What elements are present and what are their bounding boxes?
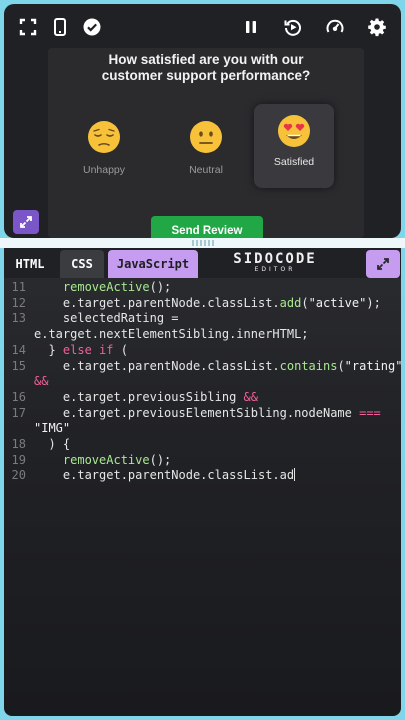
heart-eyes-face-icon bbox=[278, 115, 310, 147]
line-code: e.target.parentNode.classList.ad bbox=[34, 468, 296, 483]
rating-label-satisfied: Satisfied bbox=[273, 156, 315, 168]
speed-icon[interactable] bbox=[325, 17, 345, 37]
rating-options: Unhappy Neutral Satisfied bbox=[48, 104, 364, 188]
question-line-1: How satisfied are you with our bbox=[108, 52, 304, 67]
code-line: && bbox=[4, 374, 401, 390]
line-number: 13 bbox=[11, 311, 26, 326]
send-review-button[interactable]: Send Review bbox=[151, 216, 263, 238]
line-number: 18 bbox=[11, 437, 26, 452]
tab-css[interactable]: CSS bbox=[60, 250, 104, 278]
line-code: } else if ( bbox=[34, 342, 128, 357]
preview-panel: How satisfied are you with our customer … bbox=[4, 4, 401, 238]
code-area[interactable]: 11 removeActive(); 12 e.target.parentNode… bbox=[4, 280, 401, 484]
editor-brand-logo: SIDOCODE EDITOR bbox=[232, 252, 318, 274]
gear-icon[interactable] bbox=[367, 17, 387, 37]
brand-subtitle: EDITOR bbox=[254, 266, 296, 273]
code-line: 20 e.target.parentNode.classList.ad bbox=[4, 468, 401, 484]
line-code: e.target.previousSibling && bbox=[34, 389, 258, 404]
code-line: 17 e.target.previousElementSibling.nodeN… bbox=[4, 406, 401, 422]
pensive-face-icon bbox=[88, 121, 120, 153]
line-code: e.target.nextElementSibling.innerHTML; bbox=[34, 327, 309, 342]
neutral-face-icon bbox=[190, 121, 222, 153]
rating-neutral[interactable]: Neutral bbox=[166, 104, 246, 188]
line-number: 17 bbox=[11, 405, 26, 420]
feedback-card: How satisfied are you with our customer … bbox=[48, 48, 364, 238]
code-editor: HTML CSS JavaScript SIDOCODE EDITOR 11 r… bbox=[4, 248, 401, 716]
question-line-2: customer support performance? bbox=[101, 68, 311, 83]
code-line: 16 e.target.previousSibling && bbox=[4, 390, 401, 406]
line-number: 16 bbox=[11, 389, 26, 404]
check-circle-icon[interactable] bbox=[82, 17, 102, 37]
line-code: e.target.parentNode.classList.add("activ… bbox=[34, 295, 381, 310]
expand-icon bbox=[377, 258, 389, 270]
code-line: e.target.nextElementSibling.innerHTML; bbox=[4, 327, 401, 343]
expand-editor-button[interactable] bbox=[366, 250, 400, 278]
phone-icon[interactable] bbox=[50, 17, 70, 37]
line-number bbox=[4, 374, 34, 390]
line-number: 11 bbox=[11, 280, 26, 294]
line-number: 12 bbox=[11, 295, 26, 310]
line-code: e.target.parentNode.classList.contains("… bbox=[34, 358, 401, 373]
code-line: 19 removeActive(); bbox=[4, 453, 401, 469]
line-code: removeActive(); bbox=[62, 452, 172, 467]
line-code: "IMG" bbox=[34, 421, 71, 436]
code-line: "IMG" bbox=[4, 421, 401, 437]
code-line: 14 } else if ( bbox=[4, 343, 401, 359]
tab-html[interactable]: HTML bbox=[6, 250, 54, 278]
panel-resize-handle[interactable] bbox=[0, 238, 405, 248]
code-line: 18 ) { bbox=[4, 437, 401, 453]
line-number: 20 bbox=[11, 468, 26, 483]
line-number bbox=[4, 421, 34, 437]
line-code: && bbox=[34, 374, 49, 389]
line-code: removeActive(); bbox=[62, 280, 172, 294]
pause-icon[interactable] bbox=[241, 17, 261, 37]
rating-satisfied[interactable]: Satisfied bbox=[254, 104, 334, 188]
code-line: 13 selectedRating = bbox=[4, 311, 401, 327]
expand-icon bbox=[20, 216, 32, 228]
brand-name: SIDOCODE bbox=[233, 251, 317, 267]
rating-unhappy[interactable]: Unhappy bbox=[64, 104, 144, 188]
editor-tab-bar: HTML CSS JavaScript SIDOCODE EDITOR bbox=[4, 248, 401, 278]
line-number: 14 bbox=[11, 342, 26, 357]
code-line: 12 e.target.parentNode.classList.add("ac… bbox=[4, 296, 401, 312]
rating-label-neutral: Neutral bbox=[189, 164, 223, 176]
line-code: selectedRating = bbox=[34, 311, 179, 326]
line-number: 15 bbox=[11, 358, 26, 373]
tab-javascript[interactable]: JavaScript bbox=[108, 250, 198, 278]
expand-preview-button[interactable] bbox=[13, 210, 39, 234]
rating-label-unhappy: Unhappy bbox=[82, 164, 126, 176]
code-line: 15 e.target.parentNode.classList.contain… bbox=[4, 359, 401, 375]
code-line: 11 removeActive(); bbox=[4, 280, 401, 296]
line-code: e.target.previousElementSibling.nodeName… bbox=[34, 405, 381, 420]
preview-toolbar bbox=[4, 4, 401, 50]
resize-grip-icon bbox=[192, 240, 214, 246]
fullscreen-icon[interactable] bbox=[18, 17, 38, 37]
replay-icon[interactable] bbox=[283, 17, 303, 37]
survey-question: How satisfied are you with our customer … bbox=[48, 52, 364, 84]
line-number: 19 bbox=[11, 452, 26, 467]
line-code: ) { bbox=[34, 437, 71, 452]
line-number bbox=[4, 327, 34, 343]
